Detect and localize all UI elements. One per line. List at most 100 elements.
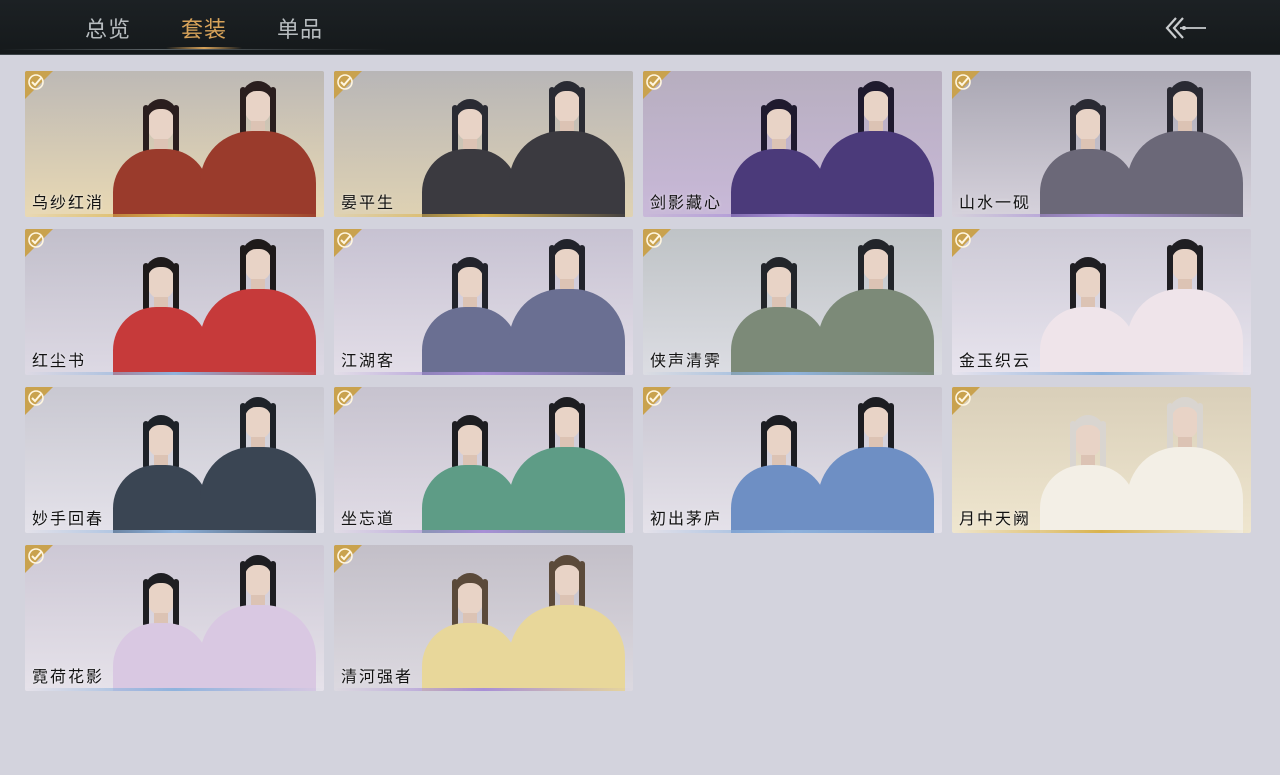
- outfit-name-label: 月中天阙: [959, 509, 1032, 528]
- outfit-name-label: 侠声清霁: [650, 351, 723, 370]
- outfit-name-label: 金玉织云: [959, 351, 1032, 370]
- character-figure: [113, 415, 209, 533]
- owned-check-icon: [643, 229, 671, 257]
- character-figure: [509, 555, 625, 691]
- character-figure: [731, 415, 827, 533]
- character-figure: [113, 573, 209, 691]
- owned-check-icon: [25, 229, 53, 257]
- tab-overview[interactable]: 总览: [60, 0, 156, 55]
- outfit-name-label: 清河强者: [341, 667, 414, 686]
- character-figure: [200, 239, 316, 375]
- character-figure: [509, 397, 625, 533]
- rarity-edge: [25, 214, 324, 217]
- rarity-edge: [334, 688, 633, 691]
- character-figure: [422, 415, 518, 533]
- owned-check-icon: [334, 387, 362, 415]
- character-figure: [509, 81, 625, 217]
- character-figure: [731, 257, 827, 375]
- checkmark-badge-icon: [25, 71, 53, 99]
- owned-check-icon: [25, 71, 53, 99]
- character-figure: [200, 397, 316, 533]
- owned-check-icon: [952, 229, 980, 257]
- checkmark-badge-icon: [643, 387, 671, 415]
- outfit-card[interactable]: 剑影藏心: [643, 71, 942, 217]
- double-chevron-left-arrow-icon: [1165, 17, 1206, 39]
- owned-check-icon: [643, 71, 671, 99]
- owned-check-icon: [334, 545, 362, 573]
- outfit-name-label: 山水一砚: [959, 193, 1032, 212]
- back-button[interactable]: [1162, 14, 1210, 42]
- rarity-edge: [643, 372, 942, 375]
- character-figure: [1040, 99, 1136, 217]
- checkmark-badge-icon: [952, 229, 980, 257]
- outfit-card[interactable]: 坐忘道: [334, 387, 633, 533]
- rarity-edge: [25, 372, 324, 375]
- owned-check-icon: [25, 545, 53, 573]
- character-figure: [1127, 397, 1243, 533]
- checkmark-badge-icon: [643, 229, 671, 257]
- outfit-card[interactable]: 妙手回春: [25, 387, 324, 533]
- checkmark-badge-icon: [334, 387, 362, 415]
- tab-single-items[interactable]: 单品: [252, 0, 348, 55]
- character-figure: [200, 81, 316, 217]
- character-figure: [1040, 415, 1136, 533]
- checkmark-badge-icon: [25, 545, 53, 573]
- character-figure: [509, 239, 625, 375]
- outfit-card[interactable]: 山水一砚: [952, 71, 1251, 217]
- outfit-card[interactable]: 晏平生: [334, 71, 633, 217]
- outfit-card[interactable]: 江湖客: [334, 229, 633, 375]
- character-figure: [200, 555, 316, 691]
- character-figure: [1040, 257, 1136, 375]
- rarity-edge: [334, 214, 633, 217]
- category-tabs: 总览 套装 单品: [60, 0, 348, 55]
- outfit-name-label: 坐忘道: [341, 509, 396, 528]
- outfit-card[interactable]: 金玉织云: [952, 229, 1251, 375]
- outfit-name-label: 红尘书: [32, 351, 87, 370]
- character-figure: [113, 257, 209, 375]
- outfit-card[interactable]: 乌纱红消: [25, 71, 324, 217]
- character-figure: [422, 99, 518, 217]
- character-figure: [422, 573, 518, 691]
- outfit-card[interactable]: 清河强者: [334, 545, 633, 691]
- checkmark-badge-icon: [25, 387, 53, 415]
- owned-check-icon: [643, 387, 671, 415]
- outfit-name-label: 晏平生: [341, 193, 396, 212]
- character-figure: [1127, 239, 1243, 375]
- outfit-name-label: 江湖客: [341, 351, 396, 370]
- rarity-edge: [25, 530, 324, 533]
- checkmark-badge-icon: [334, 71, 362, 99]
- rarity-edge: [25, 688, 324, 691]
- owned-check-icon: [952, 71, 980, 99]
- outfit-card[interactable]: 月中天阙: [952, 387, 1251, 533]
- owned-check-icon: [334, 229, 362, 257]
- outfit-card[interactable]: 红尘书: [25, 229, 324, 375]
- rarity-edge: [952, 530, 1251, 533]
- outfit-name-label: 妙手回春: [32, 509, 105, 528]
- outfit-name-label: 乌纱红消: [32, 193, 105, 212]
- character-figure: [113, 99, 209, 217]
- checkmark-badge-icon: [952, 71, 980, 99]
- top-navigation-bar: 总览 套装 单品: [0, 0, 1280, 55]
- owned-check-icon: [334, 71, 362, 99]
- owned-check-icon: [25, 387, 53, 415]
- owned-check-icon: [952, 387, 980, 415]
- outfit-card[interactable]: 初出茅庐: [643, 387, 942, 533]
- rarity-edge: [334, 372, 633, 375]
- character-figure: [818, 81, 934, 217]
- outfit-name-label: 初出茅庐: [650, 509, 723, 528]
- rarity-edge: [643, 530, 942, 533]
- checkmark-badge-icon: [952, 387, 980, 415]
- checkmark-badge-icon: [334, 229, 362, 257]
- character-figure: [422, 257, 518, 375]
- rarity-edge: [952, 372, 1251, 375]
- outfit-card[interactable]: 霓荷花影: [25, 545, 324, 691]
- outfit-name-label: 霓荷花影: [32, 667, 105, 686]
- character-figure: [818, 397, 934, 533]
- rarity-edge: [334, 530, 633, 533]
- tab-outfit-sets[interactable]: 套装: [156, 0, 252, 55]
- rarity-edge: [952, 214, 1251, 217]
- checkmark-badge-icon: [334, 545, 362, 573]
- checkmark-badge-icon: [643, 71, 671, 99]
- outfit-card[interactable]: 侠声清霁: [643, 229, 942, 375]
- checkmark-badge-icon: [25, 229, 53, 257]
